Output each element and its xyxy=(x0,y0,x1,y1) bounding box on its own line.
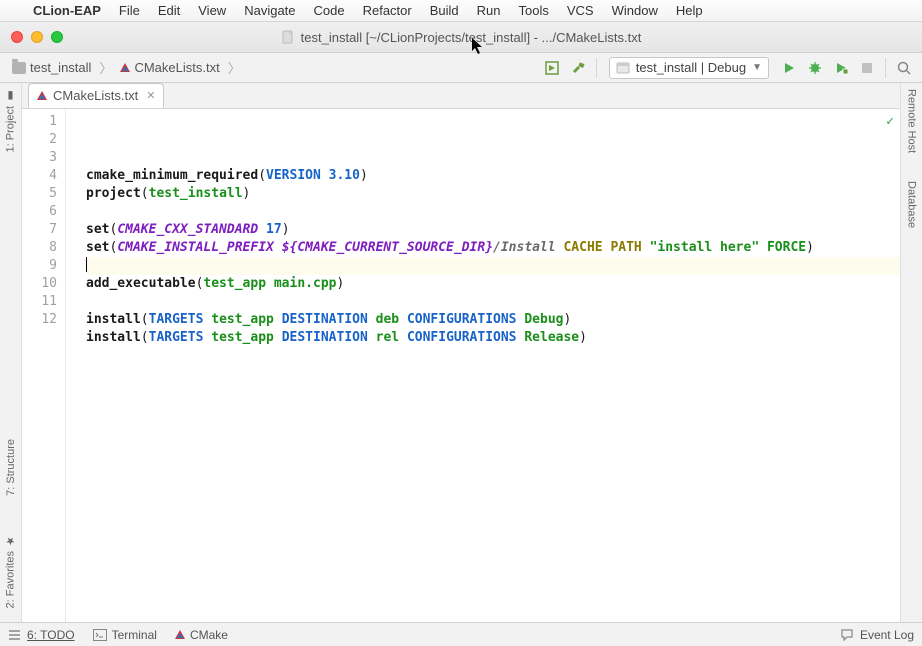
app-icon xyxy=(616,61,630,75)
window-title: test_install [~/CLionProjects/test_insta… xyxy=(0,30,922,45)
status-event-log[interactable]: Event Log xyxy=(840,628,914,642)
chevron-down-icon: ▼ xyxy=(752,62,762,73)
run-configuration-dropdown[interactable]: test_install | Debug ▼ xyxy=(609,57,769,79)
cmake-icon xyxy=(120,63,130,72)
menu-build[interactable]: Build xyxy=(421,3,468,18)
close-window-button[interactable] xyxy=(11,31,23,43)
menu-vcs[interactable]: VCS xyxy=(558,3,603,18)
breadcrumb: test_install 〉 CMakeLists.txt 〉 xyxy=(6,58,540,77)
star-icon: ★ xyxy=(4,534,17,547)
chevron-right-icon: 〉 xyxy=(97,58,114,77)
menu-tools[interactable]: Tools xyxy=(510,3,558,18)
status-todo[interactable]: 6: TODO xyxy=(8,628,75,642)
menu-window[interactable]: Window xyxy=(603,3,667,18)
menu-navigate[interactable]: Navigate xyxy=(235,3,304,18)
folder-icon xyxy=(12,62,26,74)
code-line[interactable]: add_executable(test_app main.cpp) xyxy=(86,275,900,293)
tool-project[interactable]: 1: Project ▮ xyxy=(4,89,17,152)
editor-tab-active[interactable]: CMakeLists.txt ✕ xyxy=(28,83,164,108)
right-tool-stripe: Remote Host Database xyxy=(900,83,922,622)
menu-refactor[interactable]: Refactor xyxy=(354,3,421,18)
breadcrumb-file[interactable]: CMakeLists.txt xyxy=(114,60,225,75)
status-bar: 6: TODO Terminal CMake Event Log xyxy=(0,622,922,646)
folder-icon: ▮ xyxy=(4,89,17,102)
menubar-app[interactable]: CLion-EAP xyxy=(24,3,110,18)
tool-remote-host[interactable]: Remote Host xyxy=(906,89,918,153)
code-line[interactable]: install(TARGETS test_app DESTINATION deb… xyxy=(86,311,900,329)
stop-button[interactable] xyxy=(855,56,879,80)
build-button[interactable] xyxy=(540,56,564,80)
inspections-ok-icon[interactable]: ✓ xyxy=(886,113,894,131)
window-controls xyxy=(11,31,63,43)
cmake-icon xyxy=(175,630,185,639)
code-content[interactable]: ✓ cmake_minimum_required(VERSION 3.10)pr… xyxy=(66,109,900,622)
run-button[interactable] xyxy=(777,56,801,80)
macos-menubar: CLion-EAP File Edit View Navigate Code R… xyxy=(0,0,922,22)
run-with-coverage-button[interactable] xyxy=(829,56,853,80)
cmake-icon xyxy=(37,91,47,100)
code-line[interactable] xyxy=(86,365,900,383)
menu-help[interactable]: Help xyxy=(667,3,712,18)
chevron-right-icon: 〉 xyxy=(226,58,243,77)
minimize-window-button[interactable] xyxy=(31,31,43,43)
menu-view[interactable]: View xyxy=(189,3,235,18)
code-line[interactable] xyxy=(86,347,900,365)
terminal-icon xyxy=(93,629,107,641)
code-line[interactable] xyxy=(86,203,900,221)
toolbar-actions: test_install | Debug ▼ xyxy=(540,56,916,80)
debug-button[interactable] xyxy=(803,56,827,80)
code-line[interactable] xyxy=(86,257,900,275)
editor-tabs: CMakeLists.txt ✕ xyxy=(22,83,900,109)
status-terminal[interactable]: Terminal xyxy=(93,628,157,642)
tool-database[interactable]: Database xyxy=(906,181,918,228)
window-titlebar: test_install [~/CLionProjects/test_insta… xyxy=(0,22,922,53)
menu-file[interactable]: File xyxy=(110,3,149,18)
breadcrumb-project[interactable]: test_install xyxy=(6,60,97,75)
tool-favorites[interactable]: 2: Favorites ★ xyxy=(4,534,17,608)
file-icon xyxy=(281,30,295,44)
code-line[interactable]: cmake_minimum_required(VERSION 3.10) xyxy=(86,167,900,185)
code-line[interactable]: install(TARGETS test_app DESTINATION rel… xyxy=(86,329,900,347)
menu-run[interactable]: Run xyxy=(468,3,510,18)
search-everywhere-button[interactable] xyxy=(892,56,916,80)
main-area: 1: Project ▮ 7: Structure 2: Favorites ★… xyxy=(0,83,922,622)
code-editor[interactable]: 123456789101112 ✓ cmake_minimum_required… xyxy=(22,109,900,622)
balloon-icon xyxy=(840,628,854,642)
code-line[interactable]: project(test_install) xyxy=(86,185,900,203)
hammer-build-button[interactable] xyxy=(566,56,590,80)
menu-edit[interactable]: Edit xyxy=(149,3,189,18)
status-cmake[interactable]: CMake xyxy=(175,628,228,642)
tool-structure[interactable]: 7: Structure xyxy=(5,439,17,496)
left-tool-stripe: 1: Project ▮ 7: Structure 2: Favorites ★ xyxy=(0,83,22,622)
code-line[interactable]: set(CMAKE_INSTALL_PREFIX ${CMAKE_CURRENT… xyxy=(86,239,900,257)
zoom-window-button[interactable] xyxy=(51,31,63,43)
editor-area: CMakeLists.txt ✕ 123456789101112 ✓ cmake… xyxy=(22,83,900,622)
line-number-gutter: 123456789101112 xyxy=(22,109,66,622)
close-tab-icon[interactable]: ✕ xyxy=(146,89,155,102)
list-icon xyxy=(8,629,22,641)
navigation-toolbar: test_install 〉 CMakeLists.txt 〉 test_ins… xyxy=(0,53,922,83)
menu-code[interactable]: Code xyxy=(305,3,354,18)
code-line[interactable]: set(CMAKE_CXX_STANDARD 17) xyxy=(86,221,900,239)
code-line[interactable] xyxy=(86,293,900,311)
